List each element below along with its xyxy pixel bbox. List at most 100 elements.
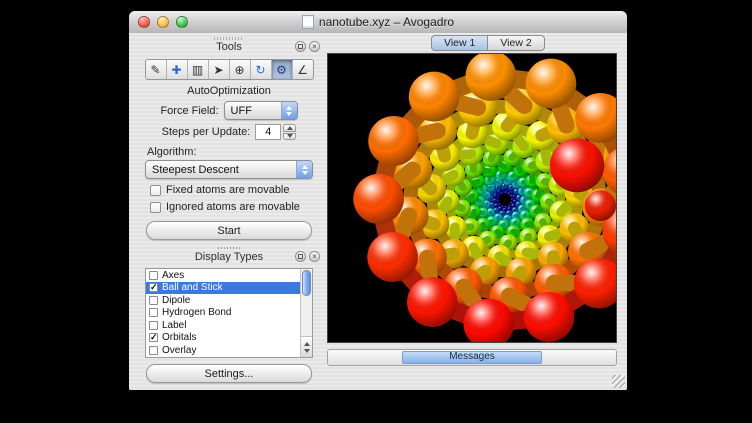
steps-stepper	[283, 124, 296, 140]
title-bar[interactable]: nanotube.xyz – Avogadro	[129, 11, 627, 34]
close-window-button[interactable]	[138, 16, 150, 28]
list-item-label: Ball and Stick	[162, 282, 223, 293]
algorithm-select[interactable]: Steepest Descent	[145, 160, 313, 179]
axes-checkbox[interactable]	[149, 271, 158, 280]
messages-bar: Messages	[327, 349, 617, 366]
dock-splitter[interactable]	[136, 244, 322, 251]
list-item-label: Axes	[162, 270, 184, 281]
traffic-lights	[138, 16, 188, 28]
float-panel-icon[interactable]	[295, 251, 306, 262]
document-icon	[302, 15, 314, 29]
float-panel-icon[interactable]	[295, 41, 306, 52]
step-up-button[interactable]	[283, 124, 296, 132]
overlay-checkbox[interactable]	[149, 346, 158, 355]
scroll-up-icon[interactable]	[304, 342, 310, 346]
close-panel-icon[interactable]: ×	[309, 41, 320, 52]
window-title-wrap: nanotube.xyz – Avogadro	[302, 15, 454, 29]
bond-centric-tool[interactable]: ▥	[188, 60, 209, 79]
tab-view-1[interactable]: View 1	[431, 35, 488, 51]
view-area: View 1 View 2	[327, 35, 617, 366]
orbitals-checkbox[interactable]: ✓	[149, 333, 158, 342]
desktop: nanotube.xyz – Avogadro Tools × ✎ ✚	[0, 0, 752, 423]
resize-grip[interactable]	[612, 375, 625, 388]
display-header-buttons: ×	[295, 251, 320, 262]
list-item-label: Hydrogen Bond	[162, 307, 232, 318]
algorithm-label: Algorithm:	[147, 146, 322, 158]
display-types-rows: Axes ✓ Ball and Stick Dipole Hydroge	[146, 269, 300, 357]
draw-tool[interactable]: ✎	[146, 60, 167, 79]
gl-viewport[interactable]	[327, 53, 617, 343]
fixed-atoms-label: Fixed atoms are movable	[166, 184, 290, 196]
window-title: nanotube.xyz – Avogadro	[319, 15, 454, 29]
list-item-label: Overlay	[162, 345, 196, 356]
list-item-hydrogen-bond[interactable]: Hydrogen Bond	[146, 307, 300, 320]
close-panel-icon[interactable]: ×	[309, 251, 320, 262]
selection-tool[interactable]: ➤	[209, 60, 230, 79]
dipole-checkbox[interactable]	[149, 296, 158, 305]
view-tabs: View 1 View 2	[431, 35, 617, 51]
list-item-ball-and-stick[interactable]: ✓ Ball and Stick	[146, 282, 300, 295]
auto-rotate-tool[interactable]: ↻	[251, 60, 272, 79]
tab-view-2[interactable]: View 2	[488, 35, 544, 51]
tools-panel-header: Tools ×	[136, 41, 322, 55]
list-item-dipole[interactable]: Dipole	[146, 294, 300, 307]
list-item-axes[interactable]: Axes	[146, 269, 300, 282]
measure-tool[interactable]: ∠	[293, 60, 313, 79]
manipulate-tool[interactable]: ⊕	[230, 60, 251, 79]
minimize-window-button[interactable]	[157, 16, 169, 28]
steps-spinbox: 4	[255, 124, 296, 140]
tools-panel-title: Tools	[216, 41, 242, 53]
fixed-atoms-row: Fixed atoms are movable	[150, 184, 322, 196]
ignored-atoms-checkbox[interactable]	[150, 202, 161, 213]
list-item-label: Dipole	[162, 295, 190, 306]
ball-and-stick-checkbox[interactable]: ✓	[149, 283, 158, 292]
force-field-value: UFF	[225, 102, 281, 119]
popup-arrows-icon	[281, 102, 297, 119]
float-icon	[298, 44, 303, 49]
algorithm-value: Steepest Descent	[146, 161, 296, 178]
messages-button[interactable]: Messages	[402, 351, 542, 364]
list-item-orbitals[interactable]: ✓ Orbitals	[146, 332, 300, 345]
navigate-tool[interactable]: ✚	[167, 60, 188, 79]
steps-label: Steps per Update:	[162, 126, 251, 138]
window-content: Tools × ✎ ✚ ▥ ➤ ⊕ ↻ ⚙ ∠	[129, 33, 627, 390]
scrollbar-thumb[interactable]	[302, 270, 311, 296]
settings-button[interactable]: Settings...	[146, 364, 312, 383]
display-panel-header: Display Types ×	[136, 251, 322, 265]
hydrogen-bond-checkbox[interactable]	[149, 308, 158, 317]
scrollbar-buttons	[301, 336, 312, 357]
settings-wrap: Settings...	[146, 364, 312, 383]
float-icon	[298, 254, 303, 259]
ignored-atoms-label: Ignored atoms are movable	[166, 201, 300, 213]
fixed-atoms-checkbox[interactable]	[150, 185, 161, 196]
tool-toolbar: ✎ ✚ ▥ ➤ ⊕ ↻ ⚙ ∠	[145, 59, 314, 80]
ignored-atoms-row: Ignored atoms are movable	[150, 201, 322, 213]
autooptimization-title: AutoOptimization	[136, 85, 322, 97]
auto-optimize-tool[interactable]: ⚙	[272, 60, 293, 79]
tools-header-buttons: ×	[295, 41, 320, 52]
list-item-overlay[interactable]: Overlay	[146, 344, 300, 357]
scroll-down-icon[interactable]	[304, 349, 310, 353]
list-item-label: Orbitals	[162, 332, 196, 343]
steps-value-field[interactable]: 4	[255, 124, 281, 140]
start-button[interactable]: Start	[146, 221, 312, 240]
steps-row: Steps per Update: 4	[136, 124, 322, 140]
display-types-list: Axes ✓ Ball and Stick Dipole Hydroge	[145, 268, 313, 358]
nanotube-render	[328, 54, 616, 342]
display-panel-title: Display Types	[195, 251, 263, 263]
step-down-button[interactable]	[283, 133, 296, 141]
down-arrow-icon	[287, 134, 293, 138]
tools-dock-grip[interactable]	[214, 37, 244, 40]
label-checkbox[interactable]	[149, 321, 158, 330]
force-field-label: Force Field:	[160, 105, 218, 117]
list-item-label: Label	[162, 320, 186, 331]
up-arrow-icon	[287, 126, 293, 130]
force-field-select[interactable]: UFF	[224, 101, 298, 120]
list-item-label-type[interactable]: Label	[146, 319, 300, 332]
popup-arrows-icon	[296, 161, 312, 178]
force-field-row: Force Field: UFF	[136, 101, 322, 120]
start-wrap: Start	[146, 221, 312, 240]
tool-toolbar-row: ✎ ✚ ▥ ➤ ⊕ ↻ ⚙ ∠	[136, 59, 322, 80]
zoom-window-button[interactable]	[176, 16, 188, 28]
list-scrollbar[interactable]	[300, 269, 312, 357]
